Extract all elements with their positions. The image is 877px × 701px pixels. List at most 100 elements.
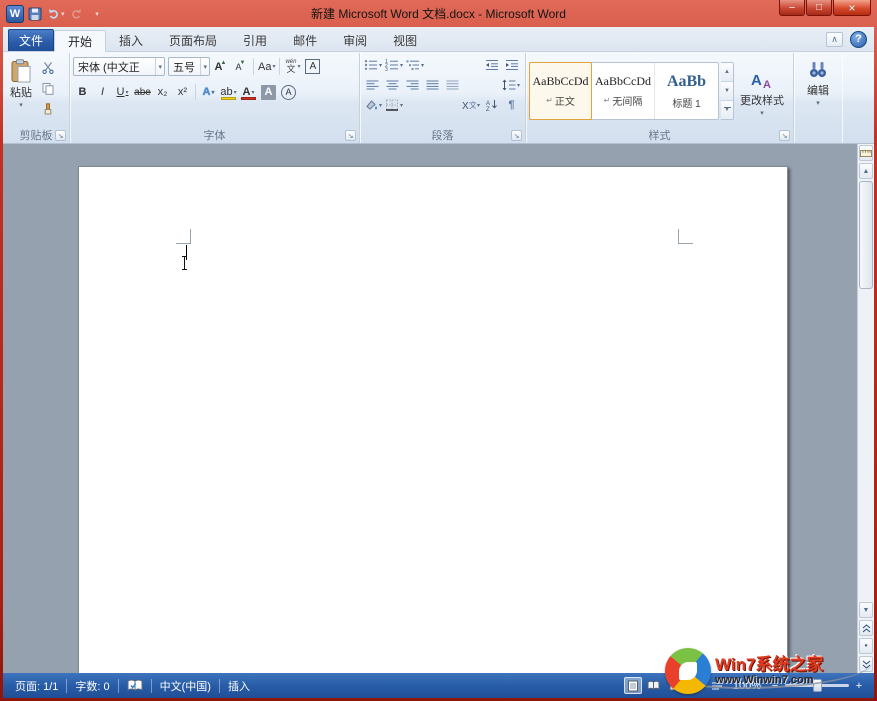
maximize-button[interactable]: □: [806, 0, 832, 16]
zoom-in-button[interactable]: +: [852, 679, 866, 693]
show-hide-marks-button[interactable]: ¶: [502, 96, 521, 114]
tab-review[interactable]: 审阅: [330, 29, 380, 51]
phonetic-guide-button[interactable]: wén文 ▾: [283, 58, 302, 76]
gallery-more-button[interactable]: ▼: [721, 101, 733, 119]
word-app-icon[interactable]: W: [6, 5, 24, 23]
align-left-button[interactable]: [363, 76, 382, 94]
shrink-font-button[interactable]: A▼: [231, 58, 250, 76]
underline-button[interactable]: U▾: [113, 83, 132, 101]
down-arrow-icon: ▼: [724, 88, 730, 94]
change-styles-button[interactable]: AA 更改样式 ▾: [736, 65, 788, 118]
cut-button[interactable]: [38, 58, 57, 76]
align-right-button[interactable]: [403, 76, 422, 94]
print-layout-icon: [627, 680, 639, 692]
numbering-button[interactable]: 123 ▾: [384, 56, 404, 74]
sort-button[interactable]: AZ: [482, 96, 501, 114]
zoom-slider[interactable]: [785, 684, 849, 687]
line-spacing-button[interactable]: ▾: [501, 76, 521, 94]
zoom-out-button[interactable]: −: [768, 679, 782, 693]
increase-indent-button[interactable]: [502, 56, 521, 74]
word-count[interactable]: 字数: 0: [67, 673, 117, 698]
italic-button[interactable]: I: [93, 83, 112, 101]
font-color-button[interactable]: A▾: [239, 83, 258, 101]
scrollbar-thumb[interactable]: [859, 181, 873, 289]
multilevel-list-button[interactable]: ▾: [405, 56, 425, 74]
redo-button[interactable]: [68, 5, 86, 23]
minimize-ribbon-button[interactable]: ∧: [826, 32, 843, 47]
style-heading-1[interactable]: AaBb 标题 1: [655, 63, 718, 119]
scroll-down-button[interactable]: ▼: [859, 602, 873, 618]
close-button[interactable]: ×: [833, 0, 871, 16]
asian-layout-button[interactable]: X文 ▾: [461, 96, 481, 114]
zoom-level[interactable]: 100%: [729, 680, 765, 692]
document-area[interactable]: [3, 144, 857, 673]
qat-customize-button[interactable]: ▾: [88, 5, 106, 23]
undo-button[interactable]: ▾: [46, 5, 66, 23]
paste-button[interactable]: 粘贴 ▾: [6, 55, 36, 127]
page-indicator[interactable]: 页面: 1/1: [7, 673, 66, 698]
font-size-combo[interactable]: 五号 ▾: [168, 57, 210, 76]
tab-insert[interactable]: 插入: [106, 29, 156, 51]
shading-button[interactable]: ▾: [363, 96, 383, 114]
font-dialog-launcher[interactable]: ↘: [345, 130, 356, 141]
tab-mailings[interactable]: 邮件: [280, 29, 330, 51]
align-center-button[interactable]: [383, 76, 402, 94]
bullets-button[interactable]: ▾: [363, 56, 383, 74]
previous-page-button[interactable]: [859, 620, 873, 636]
save-button[interactable]: [26, 5, 44, 23]
vertical-scrollbar[interactable]: ▲ ▼ ●: [857, 144, 874, 673]
align-right-icon: [406, 79, 419, 91]
tab-view[interactable]: 视图: [380, 29, 430, 51]
minimize-button[interactable]: –: [779, 0, 805, 16]
web-layout-view-button[interactable]: [666, 677, 684, 694]
subscript-button[interactable]: x₂: [153, 83, 172, 101]
gallery-scroll-down-button[interactable]: ▼: [721, 82, 733, 101]
style-no-spacing[interactable]: AaBbCcDd ↵无间隔: [592, 63, 655, 119]
tab-page-layout[interactable]: 页面布局: [156, 29, 230, 51]
editing-button[interactable]: 编辑 ▾: [803, 55, 833, 127]
change-case-button[interactable]: Aa▾: [257, 58, 276, 76]
ruler-toggle-button[interactable]: [859, 145, 873, 161]
borders-button[interactable]: ▾: [384, 96, 404, 114]
titlebar[interactable]: 新建 Microsoft Word 文档.docx - Microsoft Wo…: [3, 0, 874, 27]
document-page[interactable]: [78, 166, 788, 673]
print-layout-view-button[interactable]: [624, 677, 642, 694]
strikethrough-button[interactable]: abe: [133, 83, 152, 101]
tab-home[interactable]: 开始: [54, 30, 106, 52]
decrease-indent-icon: [485, 59, 499, 71]
highlight-color-button[interactable]: ab▾: [219, 83, 238, 101]
character-shading-button[interactable]: A: [259, 83, 278, 101]
bold-button[interactable]: B: [73, 83, 92, 101]
next-page-button[interactable]: [859, 656, 873, 672]
superscript-button[interactable]: x²: [173, 83, 192, 101]
grow-font-button[interactable]: A▲: [211, 58, 230, 76]
scrollbar-track[interactable]: [858, 290, 874, 601]
tab-file[interactable]: 文件: [8, 29, 54, 51]
styles-dialog-launcher[interactable]: ↘: [779, 130, 790, 141]
select-browse-object-button[interactable]: ●: [859, 638, 873, 654]
outline-view-button[interactable]: [687, 677, 705, 694]
language-indicator[interactable]: 中文(中国): [152, 673, 219, 698]
enclose-characters-button[interactable]: A: [279, 83, 298, 101]
gallery-scroll-up-button[interactable]: ▲: [721, 63, 733, 82]
format-painter-button[interactable]: [38, 100, 57, 118]
draft-view-button[interactable]: [708, 677, 726, 694]
paragraph-dialog-launcher[interactable]: ↘: [511, 130, 522, 141]
zoom-slider-thumb[interactable]: [813, 679, 822, 692]
insert-mode-indicator[interactable]: 插入: [220, 673, 258, 698]
style-normal[interactable]: AaBbCcDd ↵正文: [529, 62, 592, 120]
help-button[interactable]: ?: [850, 31, 867, 48]
decrease-indent-button[interactable]: [482, 56, 501, 74]
text-effects-button[interactable]: A▾: [199, 83, 218, 101]
justify-button[interactable]: [423, 76, 442, 94]
spellcheck-status[interactable]: [119, 673, 151, 698]
distribute-button[interactable]: [443, 76, 462, 94]
scroll-up-button[interactable]: ▲: [859, 163, 873, 179]
fullscreen-reading-view-button[interactable]: [645, 677, 663, 694]
copy-button[interactable]: [38, 79, 57, 97]
tab-references[interactable]: 引用: [230, 29, 280, 51]
font-name-combo[interactable]: 宋体 (中文正 ▾: [73, 57, 165, 76]
svg-text:3: 3: [385, 67, 388, 71]
character-border-button[interactable]: A: [303, 58, 322, 76]
clipboard-dialog-launcher[interactable]: ↘: [55, 130, 66, 141]
